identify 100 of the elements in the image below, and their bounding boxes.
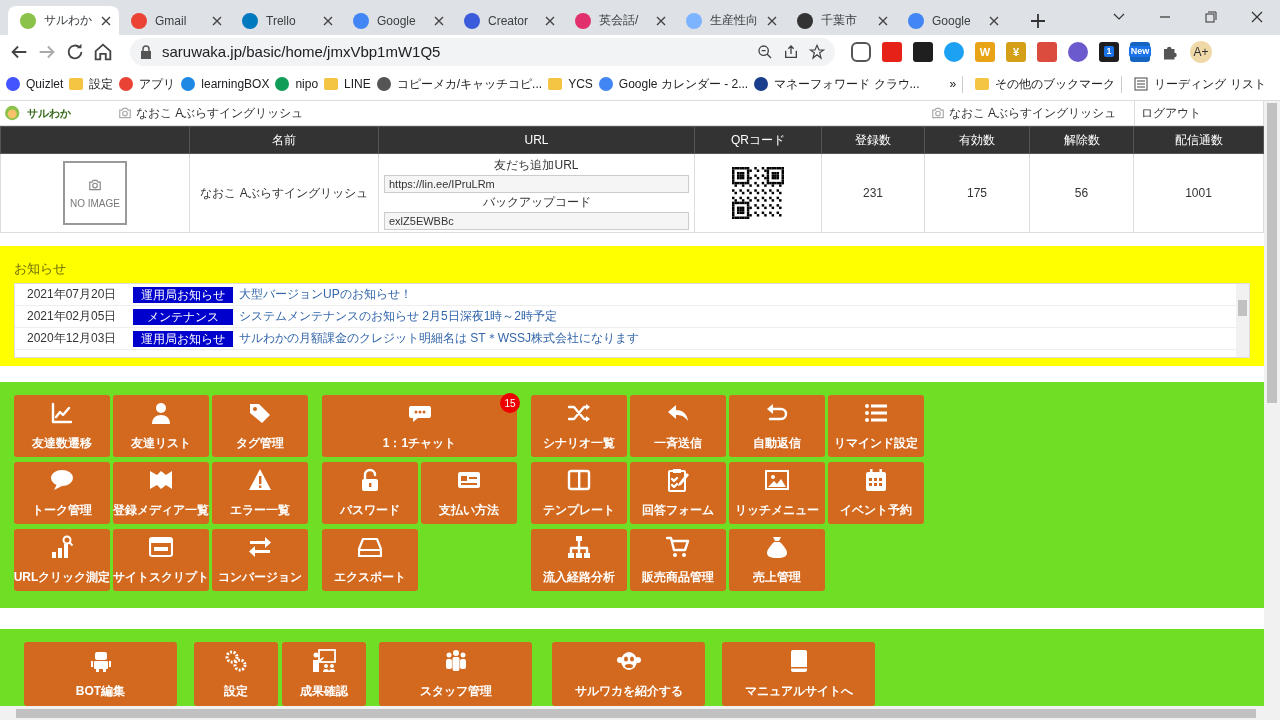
menu-tile[interactable]: リッチメニュー xyxy=(729,462,825,524)
clipboard-icon xyxy=(666,467,690,492)
bookmark[interactable]: Quizlet xyxy=(6,77,64,91)
browser-tab[interactable]: Creator xyxy=(452,6,563,35)
table-cell: 56 xyxy=(1029,153,1134,233)
browser-tab[interactable]: Google xyxy=(896,6,1007,35)
close-icon[interactable] xyxy=(545,15,555,26)
extension-icon[interactable]: ¥ xyxy=(1006,41,1026,62)
bookmark[interactable]: nipo xyxy=(275,77,319,91)
browser-tab[interactable]: 英会話/ xyxy=(563,6,674,35)
extension-icon[interactable]: New xyxy=(1130,41,1150,62)
menu-tile[interactable]: 流入経路分析 xyxy=(531,529,627,591)
extension-icon[interactable]: 1 xyxy=(1099,41,1119,62)
notice-link[interactable]: サルわかの月額課金のクレジット明細名は ST＊WSSJ株式会社になります xyxy=(239,330,639,347)
bookmark[interactable]: LINE xyxy=(324,77,371,91)
menu-tile[interactable]: 登録メディア一覧 xyxy=(113,462,209,524)
extension-icon[interactable] xyxy=(851,41,871,62)
menu-tile[interactable]: 一斉送信 xyxy=(630,395,726,457)
scrollbar[interactable] xyxy=(1264,101,1280,706)
close-icon[interactable] xyxy=(323,15,333,26)
menu-tile[interactable]: URLクリック測定 xyxy=(14,529,110,591)
column-header: QRコード xyxy=(694,126,822,154)
favicon-icon xyxy=(908,12,924,29)
bookmark[interactable]: アプリ xyxy=(119,75,176,93)
notice-date: 2021年07月20日 xyxy=(27,286,118,303)
more-bookmarks-button[interactable]: » xyxy=(949,77,957,91)
close-icon[interactable] xyxy=(989,15,999,26)
menu-tile[interactable]: エクスポート xyxy=(322,529,418,591)
menu-tile[interactable]: テンプレート xyxy=(531,462,627,524)
scrollbar[interactable] xyxy=(1236,284,1249,357)
scrollbar[interactable] xyxy=(0,706,1280,720)
field-label: バックアップコード xyxy=(481,193,592,211)
menu-tile[interactable]: パスワード xyxy=(322,462,418,524)
menu-tile[interactable]: マニュアルサイトへ xyxy=(722,642,875,706)
browser-tab[interactable]: サルわか xyxy=(8,6,119,35)
menu-tile[interactable]: 友達リスト xyxy=(113,395,209,457)
browser-tab[interactable]: 生産性向 xyxy=(674,6,785,35)
menu-tile[interactable]: シナリオ一覧 xyxy=(531,395,627,457)
placeholder-text: NO IMAGE xyxy=(70,197,120,209)
favicon-icon xyxy=(275,77,290,91)
menu-tile[interactable]: 成果確認 xyxy=(282,642,366,706)
close-icon[interactable] xyxy=(878,15,888,26)
menu-tile[interactable]: エラー一覧 xyxy=(212,462,308,524)
menu-tile[interactable]: 自動返信 xyxy=(729,395,825,457)
extension-icon[interactable] xyxy=(913,41,933,62)
bookmark[interactable]: YCS xyxy=(548,77,593,91)
menu-tile[interactable]: トーク管理 xyxy=(14,462,110,524)
menu-tile[interactable]: 友達数遷移 xyxy=(14,395,110,457)
browser-tab[interactable]: Trello xyxy=(230,6,341,35)
favicon-icon xyxy=(598,77,613,91)
browser-tab[interactable]: 千葉市 xyxy=(785,6,896,35)
profile-avatar[interactable]: A+ xyxy=(1190,40,1212,63)
column-header: URL xyxy=(378,126,695,154)
close-icon[interactable] xyxy=(434,15,444,26)
close-icon[interactable] xyxy=(656,15,666,26)
menu-tile[interactable]: BOT編集 xyxy=(24,642,177,706)
menu-tile[interactable]: 1：1チャット 15 xyxy=(322,395,517,457)
menu-tile[interactable]: タグ管理 xyxy=(212,395,308,457)
table-cell: 1001 xyxy=(1133,153,1264,233)
menu-tile[interactable]: リマインド設定 xyxy=(828,395,924,457)
menu-tile[interactable]: サイトスクリプト xyxy=(113,529,209,591)
warning-icon xyxy=(248,467,272,492)
table-cell: 231 xyxy=(821,153,925,233)
table-cell: なおこ Aぶらすイングリッシュ xyxy=(189,153,379,233)
camera-icon xyxy=(930,106,945,120)
close-icon[interactable] xyxy=(101,15,111,26)
menu-tile[interactable]: コンバージョン xyxy=(212,529,308,591)
browser-tab[interactable]: Google xyxy=(341,6,452,35)
bookmark[interactable]: 設定 xyxy=(69,75,114,93)
zoom-out-icon[interactable] xyxy=(757,43,773,60)
person-icon xyxy=(149,400,173,425)
star-icon[interactable] xyxy=(809,43,825,60)
bookmark[interactable]: Google カレンダー - 2... xyxy=(598,75,749,93)
bookmark[interactable]: learningBOX xyxy=(181,77,270,91)
menu-tile[interactable]: イベント予約 xyxy=(828,462,924,524)
bookmark[interactable]: コピーメカ/キャッチコピ... xyxy=(376,75,543,93)
menu-tile[interactable]: スタッフ管理 xyxy=(379,642,532,706)
menu-tile[interactable]: 販売商品管理 xyxy=(630,529,726,591)
menu-tile[interactable]: 売上管理 xyxy=(729,529,825,591)
favicon-icon xyxy=(686,12,702,29)
url-field[interactable]: https://lin.ee/IPruLRm xyxy=(384,174,689,193)
bookmark-folder[interactable]: その他のブックマーク xyxy=(962,75,1116,93)
shopping-cart-icon xyxy=(666,534,690,559)
close-icon[interactable] xyxy=(212,15,222,26)
notice-link[interactable]: 大型バージョンUPのお知らせ！ xyxy=(239,286,412,303)
menu-tile[interactable]: 設定 xyxy=(194,642,278,706)
close-icon[interactable] xyxy=(767,15,777,26)
bookmark[interactable]: マネーフォワード クラウ... xyxy=(754,75,920,93)
favicon-icon xyxy=(131,12,147,29)
code-field[interactable]: exlZ5EWBBc xyxy=(384,211,689,230)
reading-list-button[interactable]: リーディング リスト xyxy=(1121,75,1266,93)
notice-link[interactable]: システムメンテナンスのお知らせ 2月5日深夜1時～2時予定 xyxy=(239,308,558,325)
menu-tile[interactable]: 支払い方法 xyxy=(421,462,517,524)
favicon-icon xyxy=(376,77,391,91)
menu-tile[interactable]: 回答フォーム xyxy=(630,462,726,524)
share-icon[interactable] xyxy=(783,43,799,60)
address-bar[interactable]: saruwaka.jp/basic/home/jmxVbp1mW1Q5 xyxy=(130,37,835,66)
folder-icon xyxy=(975,78,990,90)
browser-tab[interactable]: Gmail xyxy=(119,6,230,35)
menu-tile[interactable]: サルワカを紹介する xyxy=(552,642,705,706)
